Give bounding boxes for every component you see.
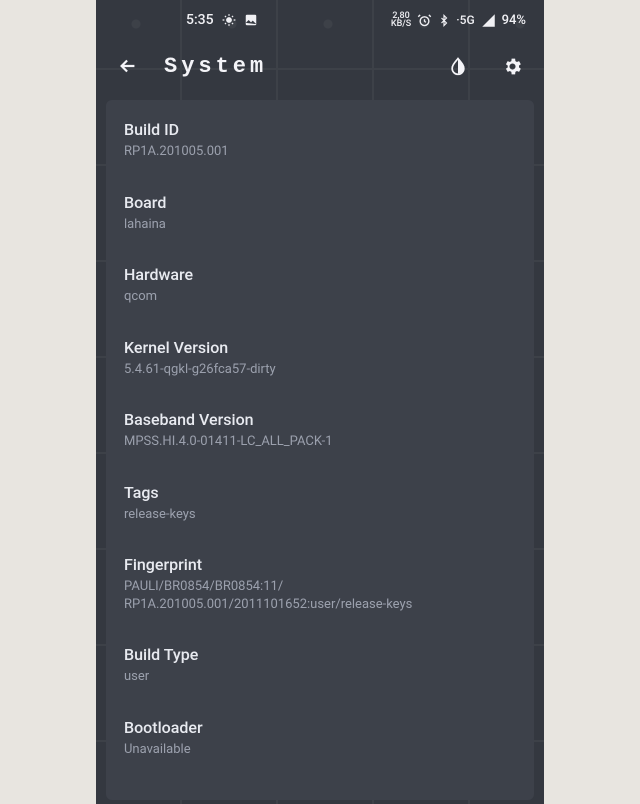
item-label: Build ID (124, 120, 516, 139)
list-item[interactable]: Board lahaina (124, 193, 516, 234)
item-value: MPSS.HI.4.0-01411-LC_ALL_PACK-1 (124, 433, 516, 451)
item-value: 5.4.61-qgkl-g26fca57-dirty (124, 361, 516, 379)
invert-colors-button[interactable] (440, 48, 476, 84)
settings-button[interactable] (494, 48, 530, 84)
bluetooth-icon (438, 13, 450, 28)
list-item[interactable]: Tags release-keys (124, 483, 516, 524)
item-value: RP1A.201005.001 (124, 143, 516, 161)
network-type: 5G (460, 13, 475, 27)
bug-icon (222, 13, 236, 27)
item-label: Build Type (124, 645, 516, 664)
kbs-unit: KB/S (391, 20, 411, 28)
network-speed: 2,80 KB/S (391, 12, 411, 28)
item-label: Bootloader (124, 718, 516, 737)
item-label: Kernel Version (124, 338, 516, 357)
item-value: Unavailable (124, 741, 516, 759)
network-label: ·5G (456, 13, 474, 27)
item-value: release-keys (124, 506, 516, 524)
signal-icon (481, 13, 496, 28)
alarm-icon (417, 13, 432, 28)
list-item[interactable]: Kernel Version 5.4.61-qgkl-g26fca57-dirt… (124, 338, 516, 379)
item-label: Tags (124, 483, 516, 502)
item-label: Fingerprint (124, 555, 516, 574)
list-item[interactable]: Build Type user (124, 645, 516, 686)
page-title: System (164, 54, 267, 79)
image-icon (244, 13, 258, 27)
appbar: System (96, 40, 544, 92)
item-value: user (124, 668, 516, 686)
back-button[interactable] (110, 48, 146, 84)
status-time: 5:35 (186, 12, 214, 28)
item-value: qcom (124, 288, 516, 306)
status-bar: 5:35 2,80 KB/S ·5G 94% (96, 0, 544, 40)
list-item[interactable]: Bootloader Unavailable (124, 718, 516, 759)
item-label: Board (124, 193, 516, 212)
screen: 5:35 2,80 KB/S ·5G 94% (96, 0, 544, 804)
list-item[interactable]: Baseband Version MPSS.HI.4.0-01411-LC_AL… (124, 410, 516, 451)
list-item[interactable]: Hardware qcom (124, 265, 516, 306)
list-item[interactable]: Build ID RP1A.201005.001 (124, 120, 516, 161)
status-right: 2,80 KB/S ·5G 94% (391, 12, 526, 28)
item-label: Hardware (124, 265, 516, 284)
battery-text: 94% (502, 13, 526, 28)
item-value: lahaina (124, 216, 516, 234)
list-item[interactable]: Fingerprint PAULI/BR0854/BR0854:11/ RP1A… (124, 555, 516, 613)
item-label: Baseband Version (124, 410, 516, 429)
status-left: 5:35 (186, 12, 258, 28)
item-value: PAULI/BR0854/BR0854:11/ RP1A.201005.001/… (124, 578, 516, 613)
system-info-card: Build ID RP1A.201005.001 Board lahaina H… (106, 100, 534, 800)
